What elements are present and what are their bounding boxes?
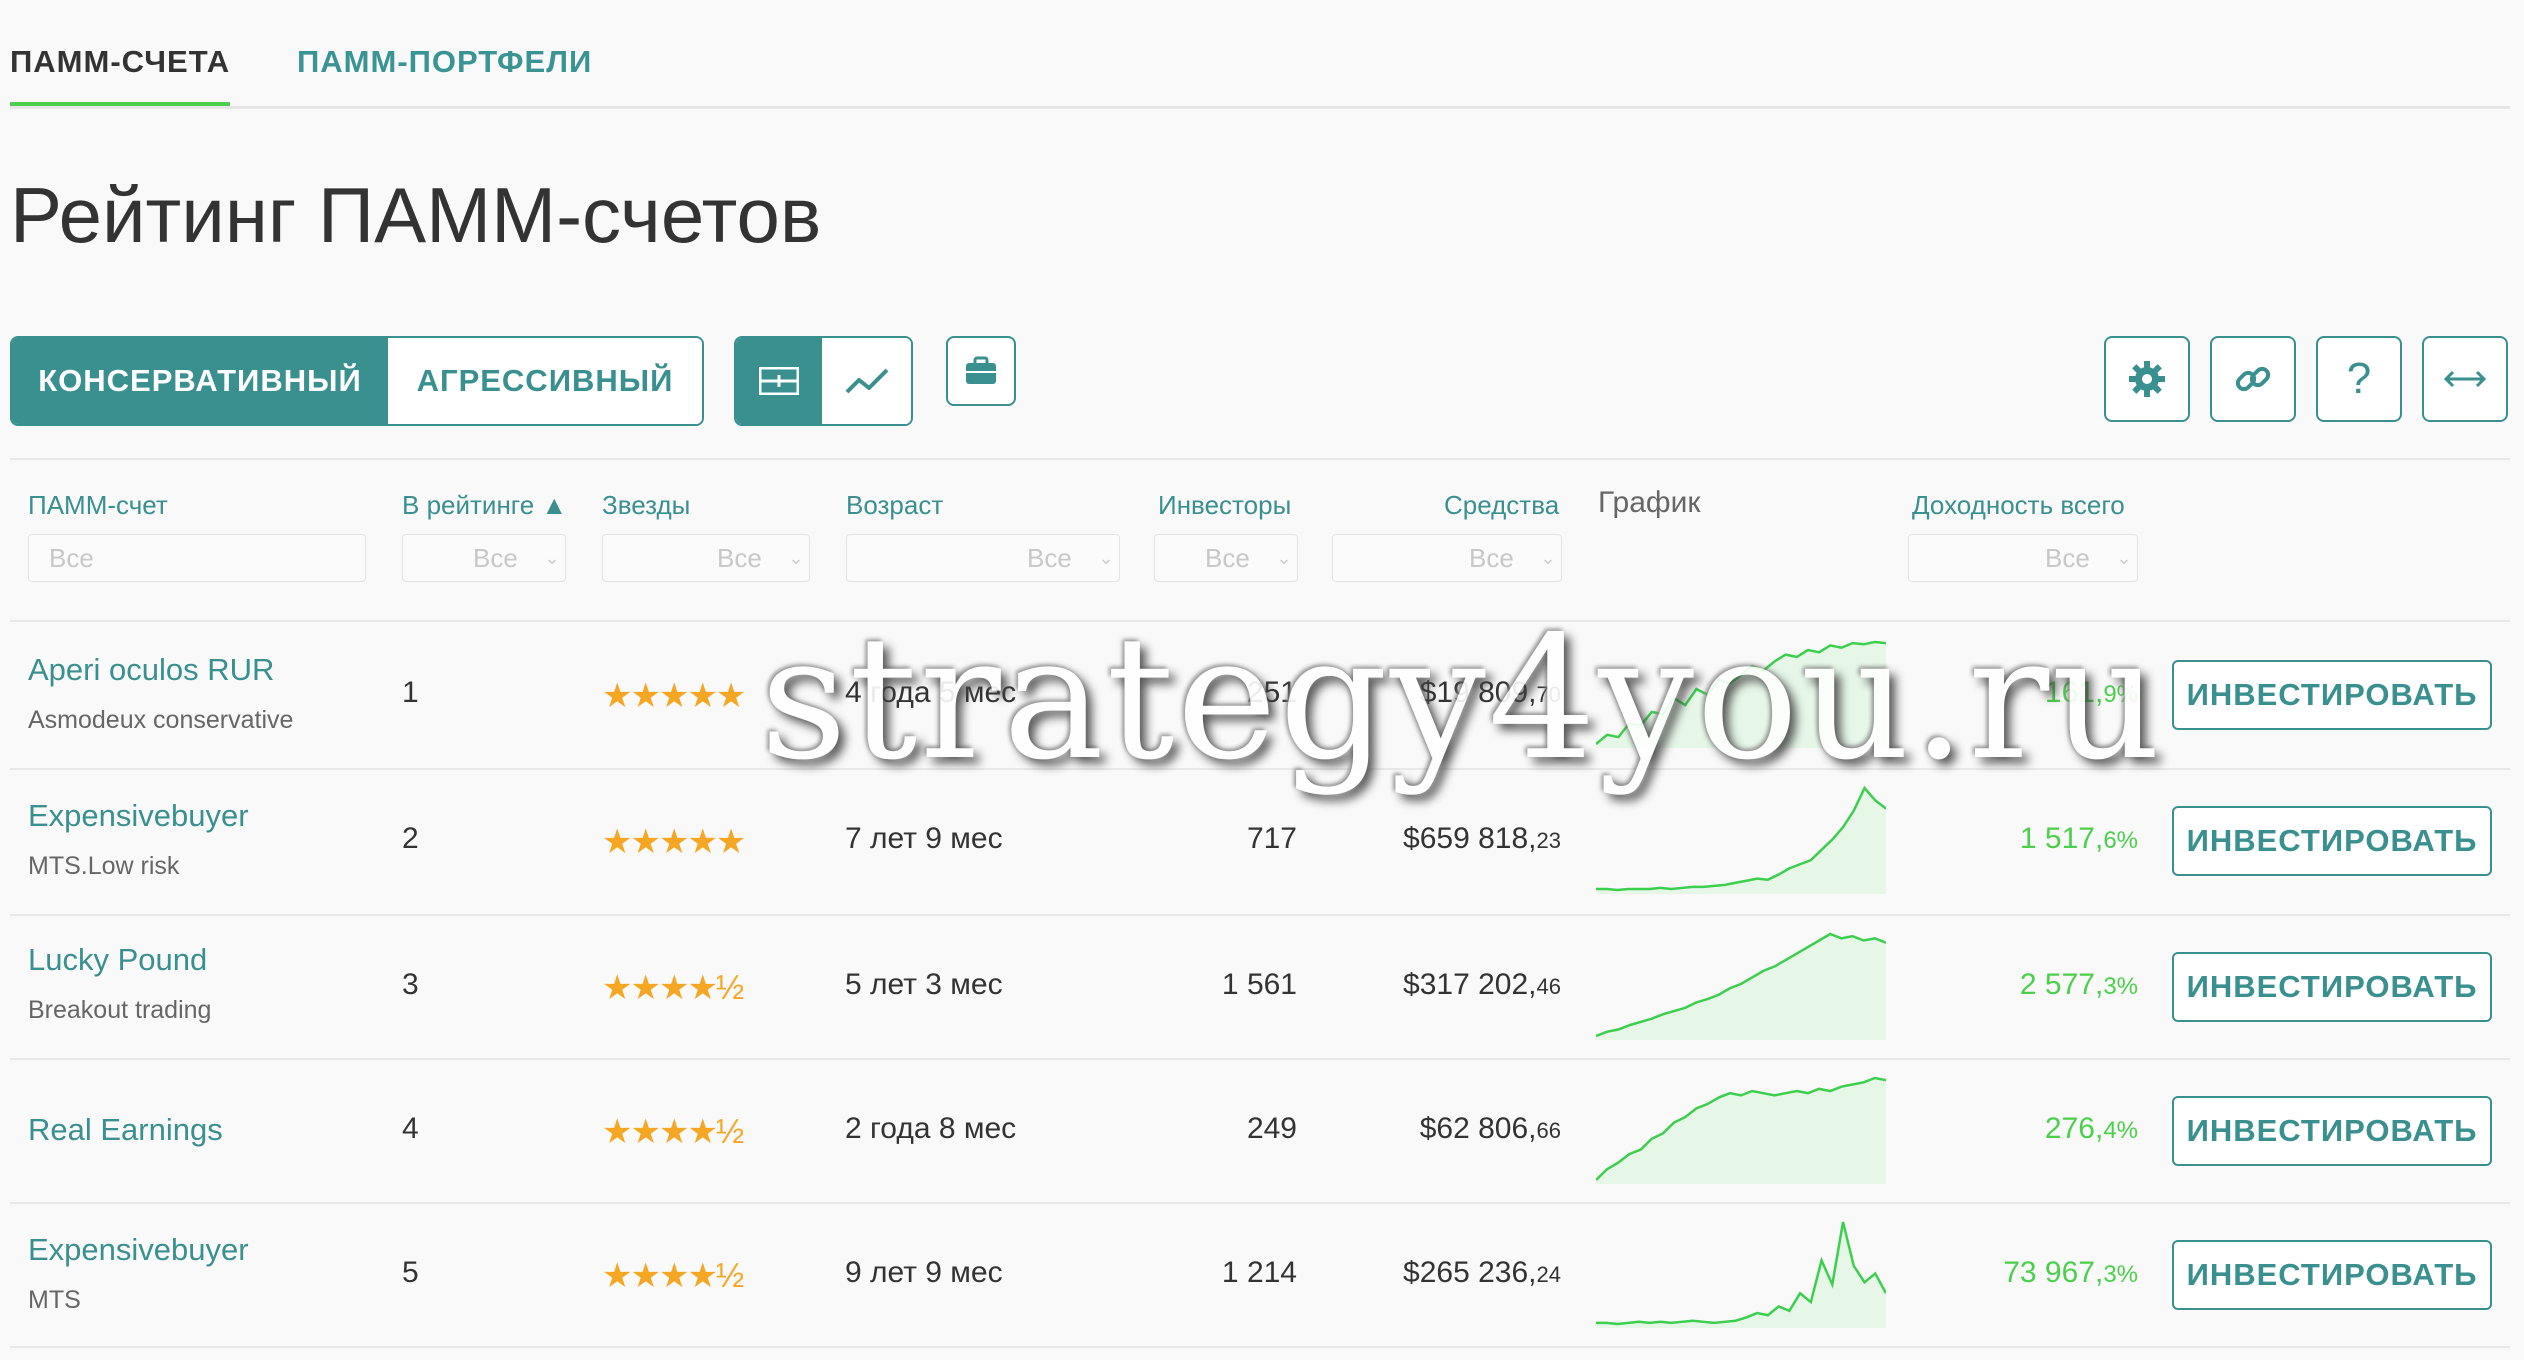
chevron-down-icon: ⌄ bbox=[1098, 547, 1114, 568]
settings-button[interactable] bbox=[2104, 336, 2190, 422]
stars-filter-select[interactable]: Все ⌄ bbox=[602, 534, 810, 582]
sparkline-area bbox=[1596, 1222, 1886, 1328]
divider bbox=[10, 1346, 2510, 1348]
star-rating: ★★★★½ bbox=[602, 1113, 744, 1151]
link-icon bbox=[2235, 366, 2271, 392]
account-name-link[interactable]: Expensivebuyer bbox=[28, 1232, 249, 1268]
account-name-link[interactable]: Expensivebuyer bbox=[28, 798, 249, 834]
invest-button[interactable]: ИНВЕСТИРОВАТЬ bbox=[2172, 806, 2492, 876]
rank-value: 4 bbox=[402, 1112, 419, 1145]
chevron-down-icon: ⌄ bbox=[1276, 547, 1292, 568]
tab-bar: ПАММ-СЧЕТА ПАММ-ПОРТФЕЛИ bbox=[10, 0, 2510, 109]
tab-pamm-portfolios[interactable]: ПАММ-ПОРТФЕЛИ bbox=[297, 44, 592, 80]
conservative-button[interactable]: КОНСЕРВАТИВНЫЙ bbox=[12, 338, 388, 424]
tab-pamm-accounts[interactable]: ПАММ-СЧЕТА bbox=[10, 44, 231, 106]
page-title: Рейтинг ПАММ-счетов bbox=[10, 171, 822, 259]
star-rating: ★★★★½ bbox=[602, 1257, 744, 1295]
table-view-button[interactable] bbox=[736, 338, 822, 424]
sparkline-area bbox=[1596, 1078, 1886, 1184]
funds-value: $62 806,66 bbox=[1419, 1112, 1561, 1145]
mode-switch: КОНСЕРВАТИВНЫЙ АГРЕССИВНЫЙ bbox=[10, 336, 704, 426]
account-name-link[interactable]: Aperi oculos RUR bbox=[28, 652, 274, 688]
strategy-name: MTS.Low risk bbox=[28, 852, 180, 880]
funds-value: $265 236,24 bbox=[1403, 1256, 1561, 1289]
invest-button[interactable]: ИНВЕСТИРОВАТЬ bbox=[2172, 952, 2492, 1022]
age-value: 7 лет 9 мес bbox=[845, 822, 1003, 855]
rank-value: 2 bbox=[402, 822, 419, 855]
yield-value: 276,4% bbox=[2044, 1112, 2138, 1145]
yield-value: 73 967,3% bbox=[2003, 1256, 2138, 1289]
strategy-name: Breakout trading bbox=[28, 996, 212, 1024]
account-name-link[interactable]: Real Earnings bbox=[28, 1112, 223, 1148]
watermark: strategy4you.ru bbox=[760, 600, 2163, 798]
rank-value: 1 bbox=[402, 676, 419, 709]
aggressive-button[interactable]: АГРЕССИВНЫЙ bbox=[388, 338, 702, 424]
sparkline-area bbox=[1596, 934, 1886, 1040]
strategy-name: Asmodeux conservative bbox=[28, 706, 294, 734]
table-row: Lucky Pound Breakout trading 3 ★★★★½ 5 л… bbox=[10, 916, 2510, 1060]
investors-filter-select[interactable]: Все ⌄ bbox=[1154, 534, 1298, 582]
age-filter-select[interactable]: Все ⌄ bbox=[846, 534, 1120, 582]
sparkline-chart bbox=[1596, 785, 1886, 894]
investors-value: 249 bbox=[1246, 1112, 1297, 1145]
header-account[interactable]: ПАММ-счет bbox=[28, 490, 168, 521]
chevron-down-icon: ⌄ bbox=[1540, 547, 1556, 568]
age-value: 5 лет 3 мес bbox=[845, 968, 1003, 1001]
help-button[interactable]: ? bbox=[2316, 336, 2402, 422]
divider bbox=[10, 458, 2510, 460]
briefcase-icon bbox=[966, 356, 996, 384]
help-icon: ? bbox=[2346, 354, 2372, 403]
sparkline-chart bbox=[1596, 1076, 1886, 1184]
page: ПАММ-СЧЕТА ПАММ-ПОРТФЕЛИ Рейтинг ПАММ-сч… bbox=[0, 0, 2524, 1360]
investors-value: 1 561 bbox=[1221, 968, 1297, 1001]
account-filter-input[interactable]: Все bbox=[28, 534, 366, 582]
header-age[interactable]: Возраст bbox=[846, 490, 943, 521]
header-rank[interactable]: В рейтинге ▲ bbox=[402, 490, 567, 521]
view-switch bbox=[734, 336, 913, 426]
gear-icon bbox=[2129, 361, 2165, 397]
chart-view-button[interactable] bbox=[822, 338, 911, 424]
sparkline-chart bbox=[1596, 1221, 1886, 1328]
expand-button[interactable] bbox=[2422, 336, 2508, 422]
star-rating: ★★★★★ bbox=[602, 823, 746, 861]
chart-view-icon bbox=[845, 368, 888, 394]
header-investors[interactable]: Инвесторы bbox=[1158, 490, 1291, 521]
rank-value: 5 bbox=[402, 1256, 419, 1289]
sparkline-chart bbox=[1596, 932, 1886, 1040]
account-name-link[interactable]: Lucky Pound bbox=[28, 942, 207, 978]
invest-button[interactable]: ИНВЕСТИРОВАТЬ bbox=[2172, 1096, 2492, 1166]
investors-value: 717 bbox=[1246, 822, 1297, 855]
age-value: 9 лет 9 мес bbox=[845, 1256, 1003, 1289]
invest-button[interactable]: ИНВЕСТИРОВАТЬ bbox=[2172, 1240, 2492, 1310]
investors-value: 1 214 bbox=[1221, 1256, 1297, 1289]
expand-horizontal-icon bbox=[2443, 370, 2487, 388]
portfolio-button[interactable] bbox=[946, 336, 1016, 406]
table-view-icon bbox=[759, 367, 799, 395]
table-row: Real Earnings 4 ★★★★½ 2 года 8 мес 249 $… bbox=[10, 1060, 2510, 1204]
sparkline-area bbox=[1596, 788, 1886, 894]
header-yield[interactable]: Доходность всего bbox=[1912, 490, 2125, 521]
chevron-down-icon: ⌄ bbox=[2116, 547, 2132, 568]
yield-value: 1 517,6% bbox=[2019, 822, 2138, 855]
header-stars[interactable]: Звезды bbox=[602, 490, 690, 521]
yield-value: 2 577,3% bbox=[2019, 968, 2138, 1001]
funds-value: $659 818,23 bbox=[1403, 822, 1561, 855]
star-rating: ★★★★★ bbox=[602, 677, 746, 715]
table-row: Expensivebuyer MTS 5 ★★★★½ 9 лет 9 мес 1… bbox=[10, 1204, 2510, 1348]
chevron-down-icon: ⌄ bbox=[788, 547, 804, 568]
age-value: 2 года 8 мес bbox=[845, 1112, 1017, 1145]
strategy-name: MTS bbox=[28, 1286, 81, 1314]
chevron-down-icon: ⌄ bbox=[544, 547, 560, 568]
header-funds[interactable]: Средства bbox=[1444, 490, 1559, 521]
star-rating: ★★★★½ bbox=[602, 969, 744, 1007]
invest-button[interactable]: ИНВЕСТИРОВАТЬ bbox=[2172, 660, 2492, 730]
rank-filter-select[interactable]: Все ⌄ bbox=[402, 534, 566, 582]
share-link-button[interactable] bbox=[2210, 336, 2296, 422]
rank-value: 3 bbox=[402, 968, 419, 1001]
funds-filter-select[interactable]: Все ⌄ bbox=[1332, 534, 1562, 582]
funds-value: $317 202,46 bbox=[1403, 968, 1561, 1001]
yield-filter-select[interactable]: Все ⌄ bbox=[1908, 534, 2138, 582]
header-chart: График bbox=[1598, 486, 1701, 519]
